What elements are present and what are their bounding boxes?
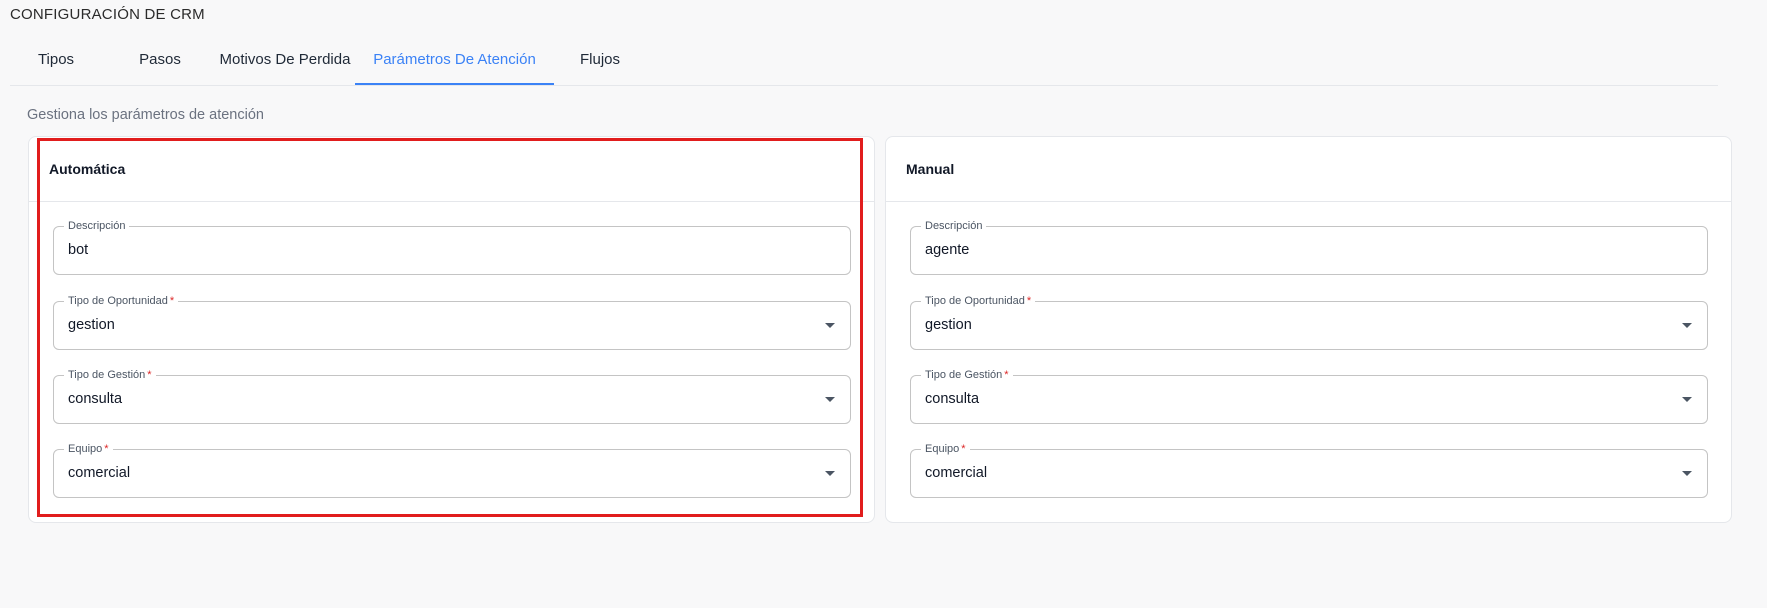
- field-value: consulta: [925, 391, 980, 407]
- field-label: Tipo de Oportunidad *: [64, 294, 179, 308]
- field-value: gestion: [925, 317, 972, 333]
- field-value: agente: [925, 242, 970, 258]
- card-title: Manual: [906, 161, 955, 177]
- descripcion-field[interactable]: Descripción bot: [53, 219, 851, 275]
- page-subtitle: Gestiona los parámetros de atención: [27, 107, 264, 123]
- field-label: Tipo de Oportunidad *: [921, 294, 1036, 308]
- equipo-select[interactable]: Equipo * comercial: [53, 442, 851, 498]
- field-label: Descripción: [921, 219, 987, 233]
- page-title: CONFIGURACIÓN DE CRM: [10, 6, 205, 23]
- required-marker: *: [961, 443, 966, 455]
- caret-down-icon[interactable]: [825, 471, 835, 476]
- caret-down-icon[interactable]: [825, 397, 835, 402]
- card-title: Automática: [49, 161, 126, 177]
- tab-tipos[interactable]: Tipos: [10, 42, 102, 85]
- required-marker: *: [1026, 295, 1032, 307]
- field-label: Equipo *: [64, 442, 113, 456]
- caret-down-icon[interactable]: [1682, 323, 1692, 328]
- card-header: Automática: [29, 137, 874, 202]
- required-marker: *: [169, 295, 175, 307]
- field-label: Tipo de Gestión *: [921, 368, 1013, 382]
- required-marker: *: [1004, 369, 1009, 381]
- field-value: bot: [68, 242, 89, 258]
- tab-flujos[interactable]: Flujos: [560, 42, 640, 85]
- tipo-gestion-select[interactable]: Tipo de Gestión * consulta: [53, 368, 851, 424]
- equipo-select[interactable]: Equipo * comercial: [910, 442, 1708, 498]
- field-value: gestion: [68, 317, 115, 333]
- required-marker: *: [104, 443, 109, 455]
- field-value: comercial: [925, 465, 988, 481]
- tab-pasos[interactable]: Pasos: [110, 42, 210, 85]
- caret-down-icon[interactable]: [825, 323, 835, 328]
- field-label: Descripción: [64, 219, 130, 233]
- required-marker: *: [147, 369, 152, 381]
- field-value: comercial: [68, 465, 131, 481]
- tab-bar: Tipos Pasos Motivos De Perdida Parámetro…: [10, 42, 1718, 86]
- card-header: Manual: [886, 137, 1731, 202]
- tipo-oportunidad-select[interactable]: Tipo de Oportunidad * gestion: [910, 294, 1708, 350]
- tipo-gestion-select[interactable]: Tipo de Gestión * consulta: [910, 368, 1708, 424]
- crm-config-page: CONFIGURACIÓN DE CRM Tipos Pasos Motivos…: [0, 0, 1767, 608]
- field-label: Tipo de Gestión *: [64, 368, 156, 382]
- card-automatica: Automática Descripción bot Tipo de Oport…: [28, 136, 875, 523]
- field-value: consulta: [68, 391, 123, 407]
- caret-down-icon[interactable]: [1682, 471, 1692, 476]
- tab-parametros-de-atencion[interactable]: Parámetros De Atención: [355, 42, 554, 85]
- tipo-oportunidad-select[interactable]: Tipo de Oportunidad * gestion: [53, 294, 851, 350]
- tab-motivos-de-perdida[interactable]: Motivos De Perdida: [210, 42, 360, 85]
- descripcion-field[interactable]: Descripción agente: [910, 219, 1708, 275]
- caret-down-icon[interactable]: [1682, 397, 1692, 402]
- card-manual: Manual Descripción agente Tipo de Oportu…: [885, 136, 1732, 523]
- field-label: Equipo *: [921, 442, 970, 456]
